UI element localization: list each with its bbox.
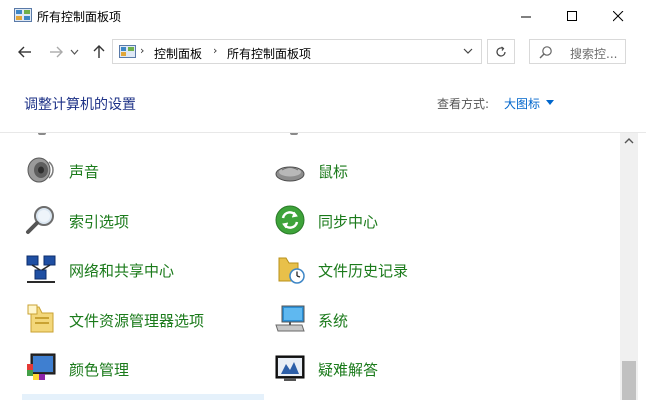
item-troubleshooting[interactable]: 疑难解答 xyxy=(274,348,494,388)
item-indexing-options[interactable]: 索引选项 xyxy=(25,200,245,240)
item-file-explorer-options[interactable]: 文件资源管理器选项 xyxy=(25,299,265,339)
close-icon xyxy=(612,10,623,21)
item-label: 同步中心 xyxy=(318,213,379,231)
item-system[interactable]: 系统 xyxy=(274,299,494,339)
refresh-button[interactable] xyxy=(487,39,515,64)
breadcrumb-separator-icon: › xyxy=(140,44,145,57)
partial-item-icon xyxy=(290,133,298,135)
item-label: 文件资源管理器选项 xyxy=(69,312,205,330)
close-button[interactable] xyxy=(595,0,641,32)
indexing-magnifier-icon xyxy=(26,206,54,234)
breadcrumb-separator-icon: › xyxy=(213,44,218,57)
minimize-button[interactable] xyxy=(503,0,549,32)
up-arrow-icon xyxy=(93,45,105,58)
item-sound[interactable]: 声音 xyxy=(25,150,245,190)
search-placeholder: 搜索控... xyxy=(570,47,618,61)
content-header: 调整计算机的设置 查看方式: 大图标 xyxy=(0,72,646,133)
control-panel-app-icon xyxy=(14,8,32,22)
control-panel-items: 声音 鼠标 索引选项 同步中心 网络和共享中心 文件历史记录 文件资源管理器选项… xyxy=(0,133,620,400)
sync-center-icon xyxy=(275,205,305,235)
item-label: 鼠标 xyxy=(318,163,349,181)
scroll-up-icon[interactable] xyxy=(624,137,634,145)
back-arrow-icon xyxy=(18,46,31,58)
up-button[interactable] xyxy=(88,41,110,63)
partial-item-icon xyxy=(38,133,46,135)
next-item-highlight[interactable] xyxy=(22,394,264,400)
title-bar: 所有控制面板项 xyxy=(0,0,646,32)
forward-arrow-icon xyxy=(50,46,63,58)
item-label: 声音 xyxy=(69,163,100,181)
view-by-label: 查看方式: xyxy=(437,97,490,111)
recent-locations-button[interactable] xyxy=(67,41,81,63)
breadcrumb-control-panel[interactable]: 控制面板 xyxy=(154,45,202,62)
item-mouse[interactable]: 鼠标 xyxy=(274,150,494,190)
maximize-button[interactable] xyxy=(549,0,595,32)
item-network-sharing-center[interactable]: 网络和共享中心 xyxy=(25,249,245,289)
item-file-history[interactable]: 文件历史记录 xyxy=(274,249,494,289)
window-title: 所有控制面板项 xyxy=(37,10,122,24)
forward-button[interactable] xyxy=(45,41,67,63)
item-label: 索引选项 xyxy=(69,213,130,231)
back-button[interactable] xyxy=(14,41,36,63)
minimize-icon xyxy=(520,16,531,17)
navigation-bar: › 控制面板 › 所有控制面板项 搜索控... xyxy=(0,33,646,71)
control-panel-icon xyxy=(119,45,136,58)
maximize-icon xyxy=(566,10,577,21)
page-title: 调整计算机的设置 xyxy=(24,97,136,113)
item-label: 网络和共享中心 xyxy=(69,262,175,280)
mouse-icon xyxy=(275,166,305,182)
item-sync-center[interactable]: 同步中心 xyxy=(274,200,494,240)
system-computer-icon xyxy=(275,305,305,332)
item-label: 文件历史记录 xyxy=(318,262,409,280)
item-color-management[interactable]: 颜色管理 xyxy=(25,348,245,388)
search-box[interactable]: 搜索控... xyxy=(529,39,626,64)
scrollbar-thumb[interactable] xyxy=(622,361,636,400)
color-management-icon xyxy=(27,353,56,380)
address-bar[interactable]: › 控制面板 › 所有控制面板项 xyxy=(112,39,482,64)
item-label: 疑难解答 xyxy=(318,361,379,379)
network-icon xyxy=(26,255,56,283)
address-dropdown-icon[interactable] xyxy=(463,45,473,57)
file-history-icon xyxy=(278,257,305,284)
item-label: 颜色管理 xyxy=(69,361,130,379)
folder-options-icon xyxy=(27,304,54,333)
refresh-icon xyxy=(496,46,506,57)
search-icon xyxy=(539,46,552,59)
troubleshooting-icon xyxy=(275,355,305,381)
view-by-chevron-icon[interactable] xyxy=(546,100,554,105)
vertical-scrollbar[interactable] xyxy=(620,133,638,400)
breadcrumb-all-items[interactable]: 所有控制面板项 xyxy=(227,45,311,62)
view-by-dropdown[interactable]: 大图标 xyxy=(504,95,540,112)
chevron-down-icon xyxy=(70,49,78,55)
item-label: 系统 xyxy=(318,312,349,330)
speaker-icon xyxy=(27,157,54,183)
